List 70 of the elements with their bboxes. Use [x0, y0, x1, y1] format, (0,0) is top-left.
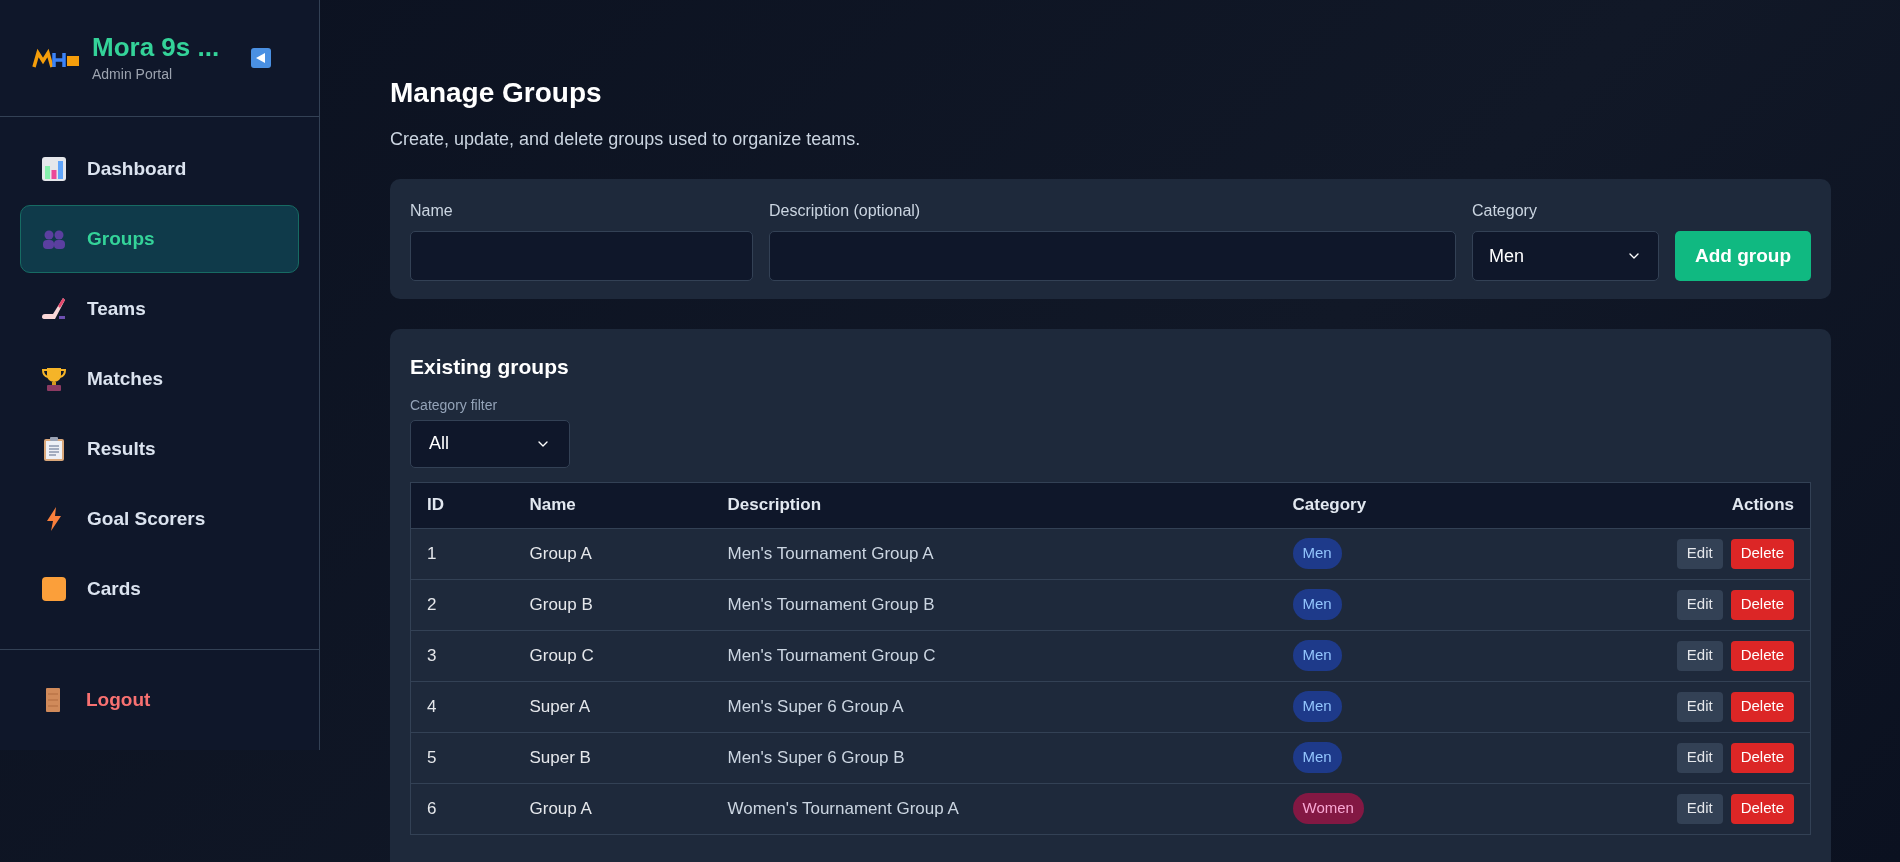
category-select[interactable]: Men: [1471, 231, 1659, 281]
category-badge: Women: [1292, 793, 1364, 824]
brand-title: Mora 9s ...: [92, 31, 220, 64]
sidebar-item[interactable]: Teams: [20, 275, 299, 343]
table-cell: Men's Tournament Group B: [711, 579, 1277, 630]
trophy-icon: [41, 366, 67, 392]
description-label: Description (optional): [769, 201, 922, 221]
category-badge: Men: [1292, 640, 1342, 671]
page-subtitle: Create, update, and delete groups used to organize teams.: [390, 128, 862, 151]
delete-button[interactable]: Delete: [1730, 640, 1794, 671]
logout-link[interactable]: Logout: [20, 670, 299, 730]
table-cell: Men's Super 6 Group B: [711, 732, 1277, 783]
table-cell: Group C: [513, 630, 712, 681]
collapse-sidebar-button[interactable]: [251, 48, 272, 68]
category-badge: Men: [1292, 691, 1342, 722]
table-cell: 1: [410, 528, 514, 579]
sidebar-item[interactable]: Results: [20, 415, 299, 483]
edit-button[interactable]: Edit: [1676, 538, 1723, 569]
clipboard-icon: [41, 436, 67, 462]
category-badge: Men: [1292, 538, 1342, 569]
sidebar-item[interactable]: Groups: [20, 205, 299, 273]
sidebar-item[interactable]: Cards: [20, 555, 299, 623]
delete-button[interactable]: Delete: [1730, 589, 1794, 620]
category-label: Category: [1471, 201, 1538, 221]
table-cell: Super B: [513, 732, 712, 783]
column-header: Name: [513, 482, 712, 528]
section-title: Existing groups: [410, 354, 570, 380]
sidebar-item[interactable]: Goal Scorers: [20, 485, 299, 553]
name-label: Name: [410, 201, 454, 221]
edit-button[interactable]: Edit: [1676, 793, 1723, 824]
delete-button[interactable]: Delete: [1730, 691, 1794, 722]
description-input[interactable]: [769, 231, 1456, 281]
table-cell: Group B: [513, 579, 712, 630]
category-filter-select[interactable]: All: [410, 419, 570, 468]
delete-button[interactable]: Delete: [1730, 793, 1794, 824]
column-header: Actions: [1497, 482, 1811, 528]
category-badge: Men: [1292, 742, 1342, 773]
sidebar-item[interactable]: Matches: [20, 345, 299, 413]
brand-subtitle: Admin Portal: [92, 64, 174, 84]
table-cell: 6: [410, 783, 514, 834]
bar-chart-icon: [41, 156, 67, 182]
triangle-left-icon: [256, 53, 267, 63]
page-title: Manage Groups: [390, 76, 603, 110]
table-cell: Men's Tournament Group C: [711, 630, 1277, 681]
edit-button[interactable]: Edit: [1676, 589, 1723, 620]
column-header: Category: [1276, 482, 1498, 528]
table-cell: Men's Tournament Group A: [711, 528, 1277, 579]
edit-button[interactable]: Edit: [1676, 691, 1723, 722]
square-icon: [41, 576, 67, 602]
table-cell: 3: [410, 630, 514, 681]
logo-icon: [32, 47, 80, 69]
edit-button[interactable]: Edit: [1676, 640, 1723, 671]
table-cell: Group A: [513, 528, 712, 579]
table-cell: 4: [410, 681, 514, 732]
column-header: ID: [410, 482, 514, 528]
category-badge: Men: [1292, 589, 1342, 620]
delete-button[interactable]: Delete: [1730, 742, 1794, 773]
table-cell: 2: [410, 579, 514, 630]
column-header: Description: [711, 482, 1277, 528]
table-cell: Super A: [513, 681, 712, 732]
filter-label: Category filter: [410, 395, 499, 415]
sidebar-item[interactable]: Dashboard: [20, 135, 299, 203]
table-cell: Men's Super 6 Group A: [711, 681, 1277, 732]
hockey-stick-icon: [41, 296, 67, 322]
table-cell: Women's Tournament Group A: [711, 783, 1277, 834]
table-cell: 5: [410, 732, 514, 783]
table-cell: Group A: [513, 783, 712, 834]
delete-button[interactable]: Delete: [1730, 538, 1794, 569]
edit-button[interactable]: Edit: [1676, 742, 1723, 773]
name-input[interactable]: [410, 231, 753, 281]
